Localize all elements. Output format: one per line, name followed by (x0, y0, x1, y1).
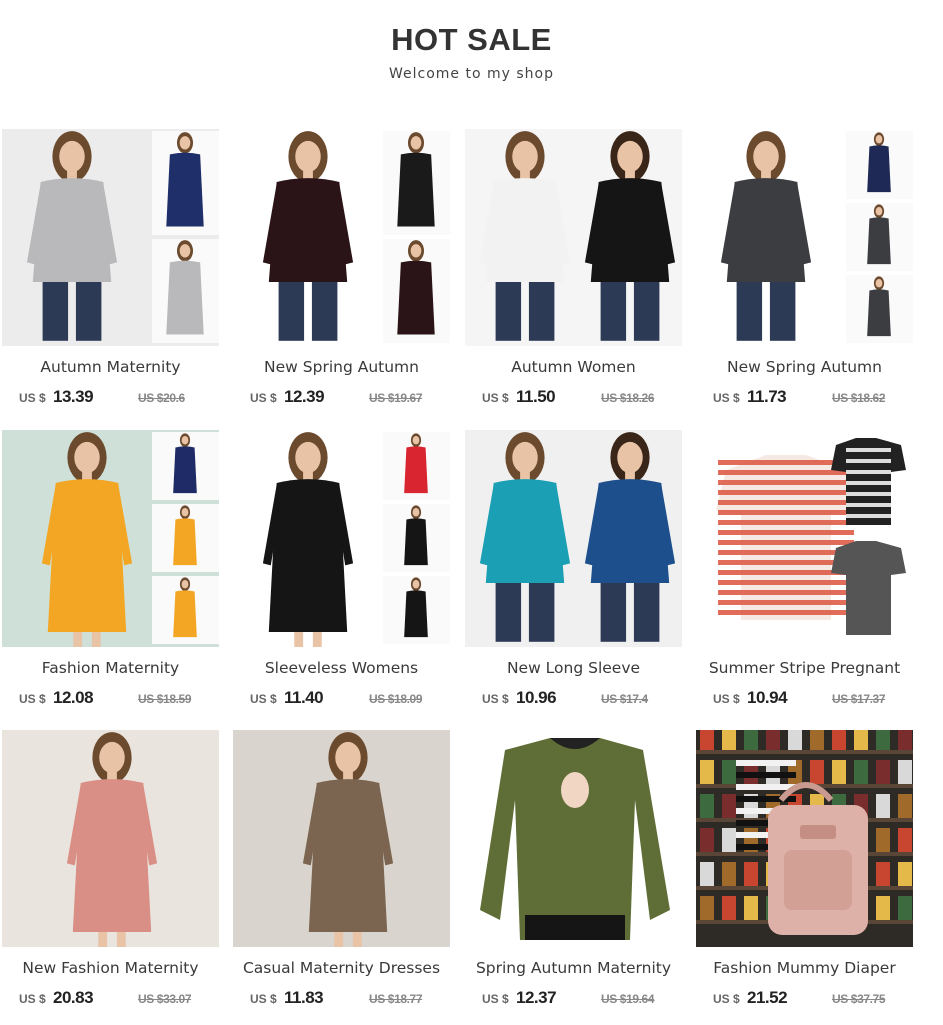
currency-label: US $ (250, 391, 277, 405)
sale-price: 13.39 (53, 387, 94, 406)
original-price: US $18.26 (601, 391, 655, 405)
original-price: US $37.75 (832, 992, 886, 1006)
original-price: US $18.77 (369, 992, 423, 1006)
product-card[interactable]: Sleeveless Womens US $ 11.40 US $18.09 (233, 430, 450, 712)
original-price: US $17.4 (601, 692, 648, 706)
sale-price: 10.96 (516, 688, 557, 707)
original-price: US $19.67 (369, 391, 423, 405)
product-image[interactable] (2, 430, 219, 647)
product-card[interactable]: New Spring Autumn US $ 11.73 US $18.62 (696, 129, 913, 411)
product-image[interactable] (696, 129, 913, 346)
price-row: US $ 20.83 US $33.07 (2, 988, 219, 1012)
price-row: US $ 13.39 US $20.6 (2, 387, 219, 411)
original-price: US $18.62 (832, 391, 886, 405)
product-image[interactable] (696, 730, 913, 947)
currency-label: US $ (482, 692, 509, 706)
original-price: US $18.09 (369, 692, 423, 706)
original-price: US $17.37 (832, 692, 886, 706)
product-title[interactable]: Autumn Women (465, 356, 682, 378)
product-card[interactable]: New Long Sleeve US $ 10.96 US $17.4 (465, 430, 682, 712)
currency-label: US $ (19, 391, 46, 405)
product-title[interactable]: Autumn Maternity (2, 356, 219, 378)
product-title[interactable]: Sleeveless Womens (233, 657, 450, 679)
price-row: US $ 21.52 US $37.75 (696, 988, 913, 1012)
price-row: US $ 11.83 US $18.77 (233, 988, 450, 1012)
currency-label: US $ (713, 692, 740, 706)
price-row: US $ 12.39 US $19.67 (233, 387, 450, 411)
product-card[interactable]: New Fashion Maternity US $ 20.83 US $33.07 (2, 730, 219, 1012)
price-row: US $ 11.50 US $18.26 (465, 387, 682, 411)
currency-label: US $ (19, 992, 46, 1006)
product-image[interactable] (233, 730, 450, 947)
sale-price: 10.94 (747, 688, 788, 707)
product-card[interactable]: Summer Stripe Pregnant US $ 10.94 US $17.37 (696, 430, 913, 712)
sale-price: 11.40 (284, 688, 324, 707)
currency-label: US $ (250, 992, 277, 1006)
currency-label: US $ (250, 692, 277, 706)
sale-price: 11.73 (747, 387, 787, 406)
price-row: US $ 10.96 US $17.4 (465, 688, 682, 712)
product-title[interactable]: New Long Sleeve (465, 657, 682, 679)
product-card[interactable]: Fashion Mummy Diaper US $ 21.52 US $37.75 (696, 730, 913, 1012)
product-title[interactable]: New Fashion Maternity (2, 957, 219, 979)
product-card[interactable]: Autumn Women US $ 11.50 US $18.26 (465, 129, 682, 411)
original-price: US $33.07 (138, 992, 192, 1006)
sale-price: 12.39 (284, 387, 325, 406)
sale-price: 12.08 (53, 688, 94, 707)
original-price: US $19.64 (601, 992, 655, 1006)
product-image[interactable] (2, 730, 219, 947)
original-price: US $18.59 (138, 692, 192, 706)
price-row: US $ 12.08 US $18.59 (2, 688, 219, 712)
product-title[interactable]: Fashion Maternity (2, 657, 219, 679)
sale-price: 21.52 (747, 988, 788, 1007)
product-image[interactable] (465, 730, 682, 947)
product-card[interactable]: Casual Maternity Dresses US $ 11.83 US $18.… (233, 730, 450, 1012)
product-card[interactable]: Spring Autumn Maternity US $ 12.37 US $19.6… (465, 730, 682, 1012)
product-title[interactable]: Spring Autumn Maternity (465, 957, 682, 979)
product-image[interactable] (233, 129, 450, 346)
sale-price: 11.83 (284, 988, 324, 1007)
sale-price: 20.83 (53, 988, 94, 1007)
product-image[interactable] (465, 430, 682, 647)
product-card[interactable]: Fashion Maternity US $ 12.08 US $18.59 (2, 430, 219, 712)
product-card[interactable]: Autumn Maternity US $ 13.39 US $20.6 (2, 129, 219, 411)
currency-label: US $ (713, 391, 740, 405)
product-title[interactable]: Casual Maternity Dresses (233, 957, 450, 979)
original-price: US $20.6 (138, 391, 185, 405)
product-image[interactable] (696, 430, 913, 647)
page-title: HOT SALE (391, 22, 552, 57)
price-row: US $ 12.37 US $19.64 (465, 988, 682, 1012)
currency-label: US $ (482, 992, 509, 1006)
product-card[interactable]: New Spring Autumn US $ 12.39 US $19.67 (233, 129, 450, 411)
price-row: US $ 10.94 US $17.37 (696, 688, 913, 712)
product-title[interactable]: Fashion Mummy Diaper (696, 957, 913, 979)
page-subtitle: Welcome to my shop (389, 66, 554, 82)
currency-label: US $ (713, 992, 740, 1006)
product-title[interactable]: New Spring Autumn (696, 356, 913, 378)
page-header: HOT SALE Welcome to my shop (0, 20, 943, 82)
product-title[interactable]: New Spring Autumn (233, 356, 450, 378)
price-row: US $ 11.73 US $18.62 (696, 387, 913, 411)
currency-label: US $ (482, 391, 509, 405)
product-image[interactable] (2, 129, 219, 346)
currency-label: US $ (19, 692, 46, 706)
product-title[interactable]: Summer Stripe Pregnant (696, 657, 913, 679)
product-image[interactable] (233, 430, 450, 647)
sale-price: 12.37 (516, 988, 557, 1007)
sale-price: 11.50 (516, 387, 556, 406)
price-row: US $ 11.40 US $18.09 (233, 688, 450, 712)
product-image[interactable] (465, 129, 682, 346)
